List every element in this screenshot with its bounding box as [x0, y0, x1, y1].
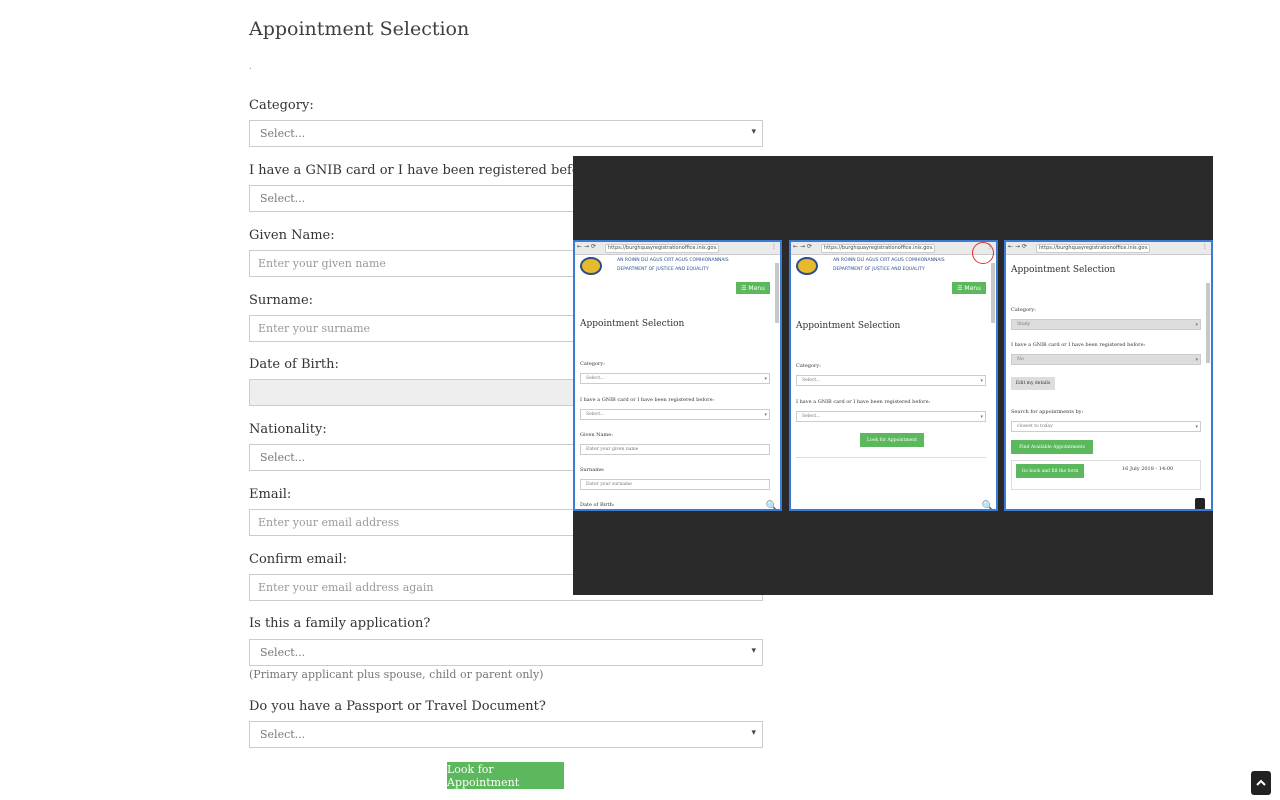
phone-search-label: Search for appointments by:	[1011, 409, 1084, 415]
phone-page-title: Appointment Selection	[1011, 265, 1116, 275]
separator-dot: .	[249, 62, 252, 72]
given-name-label: Given Name:	[249, 228, 335, 243]
divider	[796, 457, 986, 458]
nationality-label: Nationality:	[249, 422, 327, 437]
phone-gnib-label: I have a GNIB card or I have been regist…	[796, 399, 931, 405]
phone-screenshot-3: ←→⟳ https://burghquayregistrationoffice.…	[1004, 240, 1213, 511]
surname-placeholder: Enter your surname	[258, 322, 371, 335]
phone-screenshot-2: ←→⟳ https://burghquayregistrationoffice.…	[789, 240, 998, 511]
phone-dob-label: Date of Birth:	[580, 502, 615, 508]
phone-scrollbar	[775, 263, 779, 323]
phone-gnib-select: No	[1011, 354, 1201, 365]
dept-name-irish: AN ROINN DLÍ AGUS CIRT AGUS COMHIONANNAI…	[833, 258, 945, 263]
nationality-select-value: Select...	[260, 451, 306, 464]
url-text: https://burghquayregistrationoffice.inis…	[821, 244, 935, 253]
phone-given-input: Enter your given name	[580, 444, 770, 455]
gnib-label: I have a GNIB card or I have been regist…	[249, 163, 598, 178]
phone-gnib-label: I have a GNIB card or I have been regist…	[580, 397, 715, 403]
family-select-value: Select...	[260, 646, 306, 659]
look-for-appointment-button[interactable]: Look for Appointment	[447, 762, 564, 789]
browser-url-bar: ←→⟳ https://burghquayregistrationoffice.…	[791, 242, 996, 264]
gnib-select-value: Select...	[260, 192, 306, 205]
url-text: https://burghquayregistrationoffice.inis…	[605, 244, 719, 253]
phone-gnib-select: Select...	[580, 409, 770, 420]
dept-name-english: DEPARTMENT OF JUSTICE AND EQUALITY	[833, 267, 925, 272]
phone-scroll-top-icon	[1195, 498, 1205, 509]
menu-button: ☰ Menu	[736, 282, 770, 294]
phone-gnib-select: Select...	[796, 411, 986, 422]
harp-logo-icon	[580, 257, 602, 275]
phone-scrollbar	[1206, 283, 1210, 363]
phone-edit-button: Edit my details	[1011, 377, 1055, 390]
phone-surname-label: Surname:	[580, 467, 605, 473]
phone-search-select: closest to today	[1011, 421, 1201, 432]
family-label: Is this a family application?	[249, 616, 431, 631]
phone-screenshot-1: ←→⟳ https://burghquayregistrationoffice.…	[573, 240, 782, 511]
phone-category-label: Category:	[796, 363, 821, 369]
family-help-text: (Primary applicant plus spouse, child or…	[249, 668, 544, 681]
browser-nav-icons: ←→⟳	[577, 243, 599, 250]
passport-label: Do you have a Passport or Travel Documen…	[249, 699, 546, 714]
page-title: Appointment Selection	[249, 18, 470, 40]
phone-page-title: Appointment Selection	[796, 321, 901, 331]
phone-find-button: Find Available Appointments	[1011, 440, 1093, 454]
phone-back-button: Go back and fill the form	[1016, 464, 1084, 478]
passport-select-value: Select...	[260, 728, 306, 741]
family-select[interactable]: Select...	[249, 639, 763, 666]
harp-logo-icon	[796, 257, 818, 275]
phone-page-title: Appointment Selection	[580, 319, 685, 329]
category-label: Category:	[249, 98, 314, 113]
browser-menu-icon: ⋮	[1202, 243, 1208, 250]
browser-url-bar: ←→⟳ https://burghquayregistrationoffice.…	[1006, 242, 1211, 255]
browser-url-bar: ←→⟳ https://burghquayregistrationoffice.…	[575, 242, 780, 255]
menu-button: ☰ Menu	[952, 282, 986, 294]
zoom-icon: 🔍	[765, 501, 778, 511]
scroll-top-button[interactable]	[1251, 771, 1271, 795]
url-text: https://burghquayregistrationoffice.inis…	[1036, 244, 1150, 253]
surname-label: Surname:	[249, 293, 314, 308]
dept-name-english: DEPARTMENT OF JUSTICE AND EQUALITY	[617, 267, 709, 272]
dept-name-irish: AN ROINN DLÍ AGUS CIRT AGUS COMHIONANNAI…	[617, 258, 729, 263]
browser-nav-icons: ←→⟳	[793, 243, 815, 250]
confirm-email-placeholder: Enter your email address again	[258, 581, 434, 594]
phone-category-select: Select...	[796, 375, 986, 386]
email-label: Email:	[249, 487, 292, 502]
phone-gnib-label: I have a GNIB card or I have been regist…	[1011, 342, 1146, 348]
given-name-placeholder: Enter your given name	[258, 257, 386, 270]
browser-nav-icons: ←→⟳	[1008, 243, 1030, 250]
dob-label: Date of Birth:	[249, 357, 339, 372]
phone-scrollbar	[991, 263, 995, 323]
phone-slot-text: 16 July 2018 - 14:00	[1122, 466, 1174, 472]
phone-category-select: Select...	[580, 373, 770, 384]
email-placeholder: Enter your email address	[258, 516, 400, 529]
chevron-up-icon	[1256, 779, 1266, 786]
confirm-email-label: Confirm email:	[249, 552, 347, 567]
phone-given-label: Given Name:	[580, 432, 613, 438]
phone-surname-input: Enter your surname	[580, 479, 770, 490]
category-select-value: Select...	[260, 127, 306, 140]
screenshot-overlay: ←→⟳ https://burghquayregistrationoffice.…	[573, 156, 1213, 595]
browser-menu-icon: ⋮	[771, 243, 777, 250]
zoom-icon: 🔍	[981, 501, 994, 511]
category-select[interactable]: Select...	[249, 120, 763, 147]
passport-select[interactable]: Select...	[249, 721, 763, 748]
phone-look-button: Look for Appointment	[860, 433, 924, 447]
phone-category-select: Study	[1011, 319, 1201, 330]
phone-category-label: Category:	[1011, 307, 1036, 313]
phone-category-label: Category:	[580, 361, 605, 367]
